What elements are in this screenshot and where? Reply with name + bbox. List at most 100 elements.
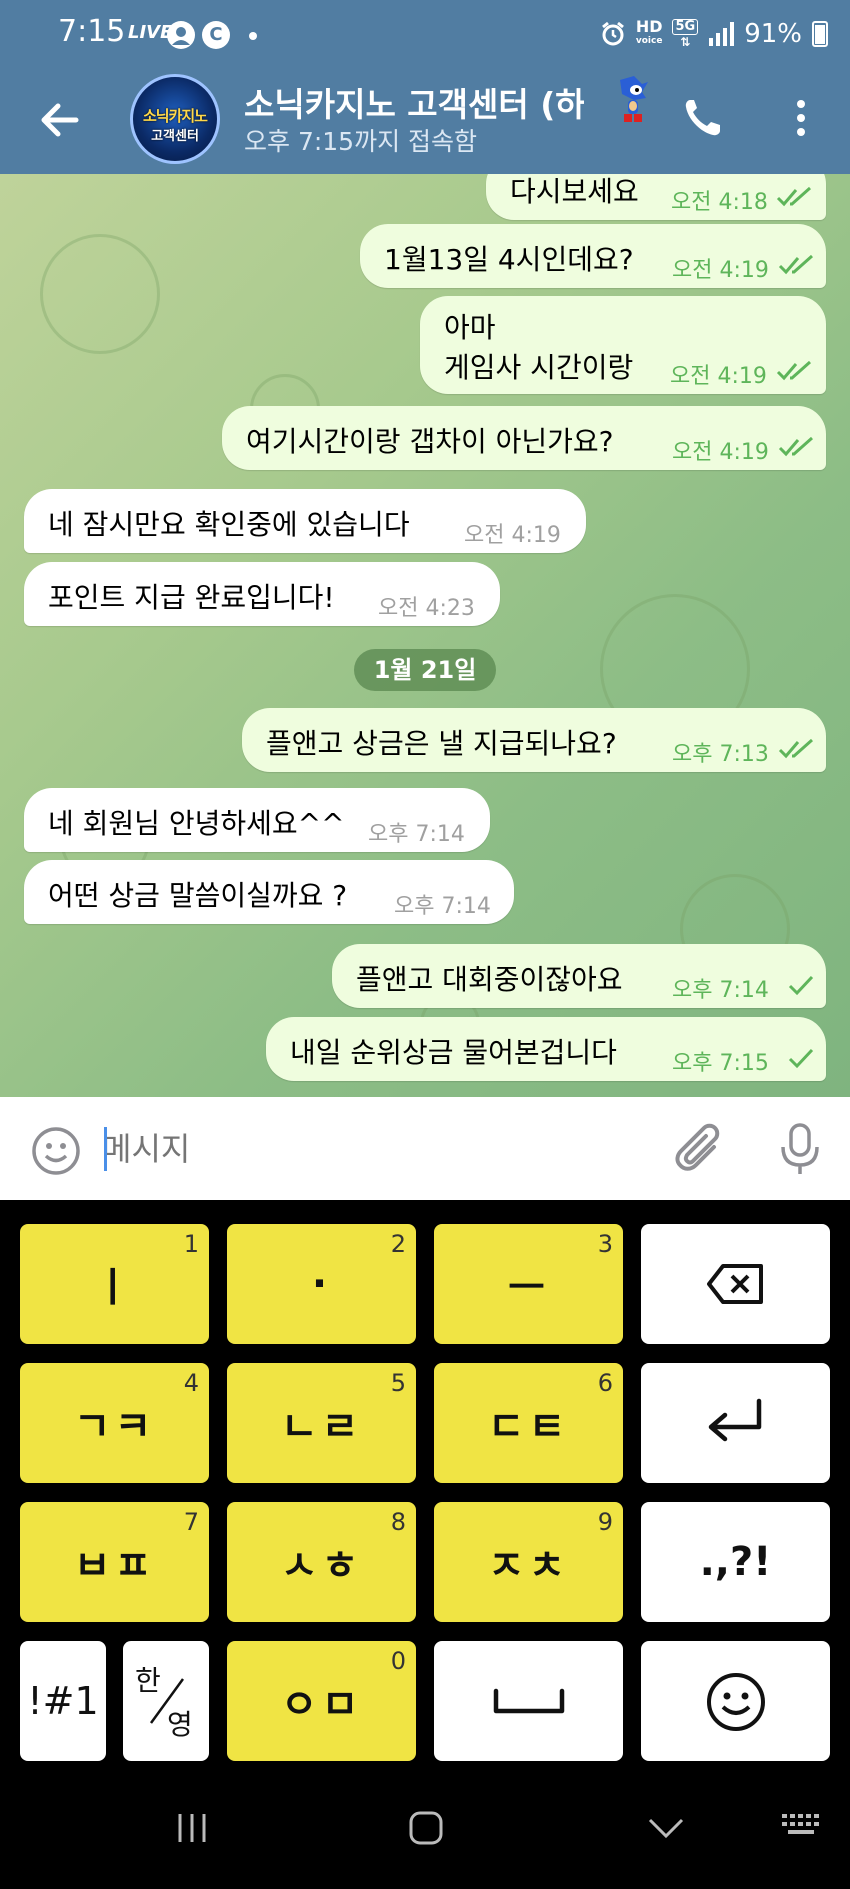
hd-label: HD	[635, 17, 663, 36]
backspace-key[interactable]	[641, 1224, 830, 1344]
double-check-icon	[776, 360, 811, 381]
chat-area[interactable]: 다시보세요 오전 4:18 1월13일 4시인데요? 오전 4:19 아마 게임…	[0, 174, 850, 1097]
message-time: 오전 4:19	[464, 523, 561, 548]
notification-dot-icon	[249, 32, 257, 40]
language-switch-key[interactable]: 한 영	[123, 1641, 209, 1761]
message-time: 오전 4:19	[672, 440, 769, 465]
key-8[interactable]: 8 ㅅㅎ	[227, 1502, 416, 1622]
backspace-icon	[707, 1264, 763, 1304]
phone-icon	[685, 100, 720, 136]
key-label-english: 영	[167, 1708, 193, 1741]
message-bubble-outgoing[interactable]: 내일 순위상금 물어본겁니다 오후 7:15	[266, 1017, 826, 1081]
key-7[interactable]: 7 ㅂㅍ	[20, 1502, 209, 1622]
double-check-icon	[776, 186, 811, 207]
key-label: ㄱㅋ	[73, 1404, 156, 1450]
key-3[interactable]: 3 ㅡ	[434, 1224, 623, 1344]
message-time: 오후 7:13	[672, 742, 769, 767]
network-label: 5G	[672, 19, 699, 35]
key-6[interactable]: 6 ㄷㅌ	[434, 1363, 623, 1483]
message-bubble-outgoing[interactable]: 아마 게임사 시간이랑 오전 4:19	[420, 296, 826, 394]
space-key[interactable]	[434, 1641, 623, 1761]
back-nav-icon[interactable]	[646, 1808, 686, 1848]
battery-icon	[812, 21, 828, 47]
recent-apps-icon[interactable]	[172, 1808, 212, 1848]
live-indicator: LIVE	[128, 22, 173, 43]
key-5[interactable]: 5 ㄴㄹ	[227, 1363, 416, 1483]
message-time: 오후 7:14	[368, 822, 465, 847]
key-label: ㅇㅁ	[280, 1682, 363, 1728]
back-button[interactable]	[30, 88, 94, 152]
punctuation-key[interactable]: .,?!	[641, 1502, 830, 1622]
double-check-icon	[778, 436, 813, 457]
voice-record-button[interactable]	[776, 1119, 824, 1179]
message-bubble-incoming[interactable]: 어떤 상금 말씀이실까요 ? 오후 7:14	[24, 860, 514, 924]
key-9[interactable]: 9 ㅈㅊ	[434, 1502, 623, 1622]
text-cursor	[104, 1127, 107, 1171]
system-nav-bar	[0, 1780, 850, 1889]
key-2[interactable]: 2 ·	[227, 1224, 416, 1344]
message-time: 오후 7:15	[672, 1051, 769, 1076]
attach-button[interactable]	[674, 1121, 728, 1181]
status-bar: 7:15 LIVE C HD voice 5G ⇅ 91%	[0, 0, 850, 68]
more-vertical-icon	[797, 100, 805, 136]
message-text-line2: 게임사 시간이랑	[444, 351, 634, 384]
smiley-icon	[32, 1127, 80, 1175]
chat-header: 소닉카지노 고객센터 소닉카지노 고객센터 (하 오후 7:15까지 접속함	[0, 68, 850, 174]
double-check-icon	[778, 254, 813, 275]
call-button[interactable]	[676, 86, 734, 150]
more-options-button[interactable]	[776, 86, 826, 150]
c-app-icon: C	[202, 21, 230, 49]
message-time: 오후 7:14	[672, 978, 769, 1003]
key-0[interactable]: 0 ㅇㅁ	[227, 1641, 416, 1761]
channel-avatar[interactable]: 소닉카지노 고객센터	[130, 74, 220, 164]
message-bubble-outgoing[interactable]: 플앤고 대회중이잖아요 오후 7:14	[332, 944, 826, 1008]
home-icon[interactable]	[406, 1808, 446, 1848]
message-bubble-incoming[interactable]: 네 회원님 안녕하세요^^ 오후 7:14	[24, 788, 490, 852]
sonic-emoji-icon	[620, 76, 648, 122]
key-label: ㅈㅊ	[487, 1543, 570, 1589]
message-input[interactable]	[102, 1119, 662, 1179]
symbols-key[interactable]: !#1	[20, 1641, 106, 1761]
message-bubble-incoming[interactable]: 네 잠시만요 확인중에 있습니다 오전 4:19	[24, 489, 586, 553]
message-text: 플앤고 대회중이잖아요	[356, 963, 623, 996]
arrow-left-icon	[41, 103, 79, 137]
key-4[interactable]: 4 ㄱㅋ	[20, 1363, 209, 1483]
message-text: 네 잠시만요 확인중에 있습니다	[48, 508, 410, 541]
message-time: 오전 4:19	[672, 258, 769, 283]
message-bubble-outgoing[interactable]: 1월13일 4시인데요? 오전 4:19	[360, 224, 826, 288]
key-label: .,?!	[699, 1539, 772, 1585]
message-bubble-incoming[interactable]: 포인트 지급 완료입니다! 오전 4:23	[24, 562, 500, 626]
message-text: 1월13일 4시인데요?	[384, 243, 634, 276]
message-bubble-outgoing[interactable]: 다시보세요 오전 4:18	[486, 174, 826, 220]
keyboard-toggle-icon[interactable]	[780, 1810, 824, 1844]
status-time: 7:15	[58, 14, 126, 49]
key-label: ㅣ	[94, 1265, 135, 1311]
message-text: 내일 순위상금 물어본겁니다	[290, 1036, 617, 1069]
alarm-icon	[601, 21, 624, 46]
emoji-button[interactable]	[30, 1125, 82, 1177]
message-text: 플앤고 상금은 낼 지급되나요?	[266, 727, 617, 760]
message-time: 오전 4:23	[378, 596, 475, 621]
message-text: 여기시간이랑 갭차이 아닌가요?	[246, 425, 614, 458]
battery-percent: 91%	[744, 19, 802, 49]
channel-title[interactable]: 소닉카지노 고객센터 (하	[244, 78, 584, 126]
message-bubble-outgoing[interactable]: 여기시간이랑 갭차이 아닌가요? 오전 4:19	[222, 406, 826, 470]
last-seen-status: 오후 7:15까지 접속함	[244, 127, 478, 156]
paperclip-icon	[675, 1123, 720, 1171]
key-1[interactable]: 1 ㅣ	[20, 1224, 209, 1344]
hd-voice-icon: HD voice	[635, 17, 663, 48]
message-input-bar	[0, 1097, 850, 1200]
avatar-logo-sub: 고객센터	[151, 129, 199, 144]
smiley-icon	[707, 1673, 765, 1731]
message-bubble-outgoing[interactable]: 플앤고 상금은 낼 지급되나요? 오후 7:13	[242, 708, 826, 772]
check-icon	[788, 1048, 814, 1069]
avatar-logo-text: 소닉카지노	[142, 107, 208, 125]
key-label: ㅡ	[508, 1265, 549, 1311]
message-time: 오전 4:19	[670, 364, 767, 389]
double-check-icon	[778, 738, 813, 759]
message-text: 네 회원님 안녕하세요^^	[48, 807, 345, 840]
check-icon	[788, 975, 814, 996]
enter-key[interactable]	[641, 1363, 830, 1483]
microphone-icon	[781, 1123, 819, 1174]
emoji-key[interactable]	[641, 1641, 830, 1761]
